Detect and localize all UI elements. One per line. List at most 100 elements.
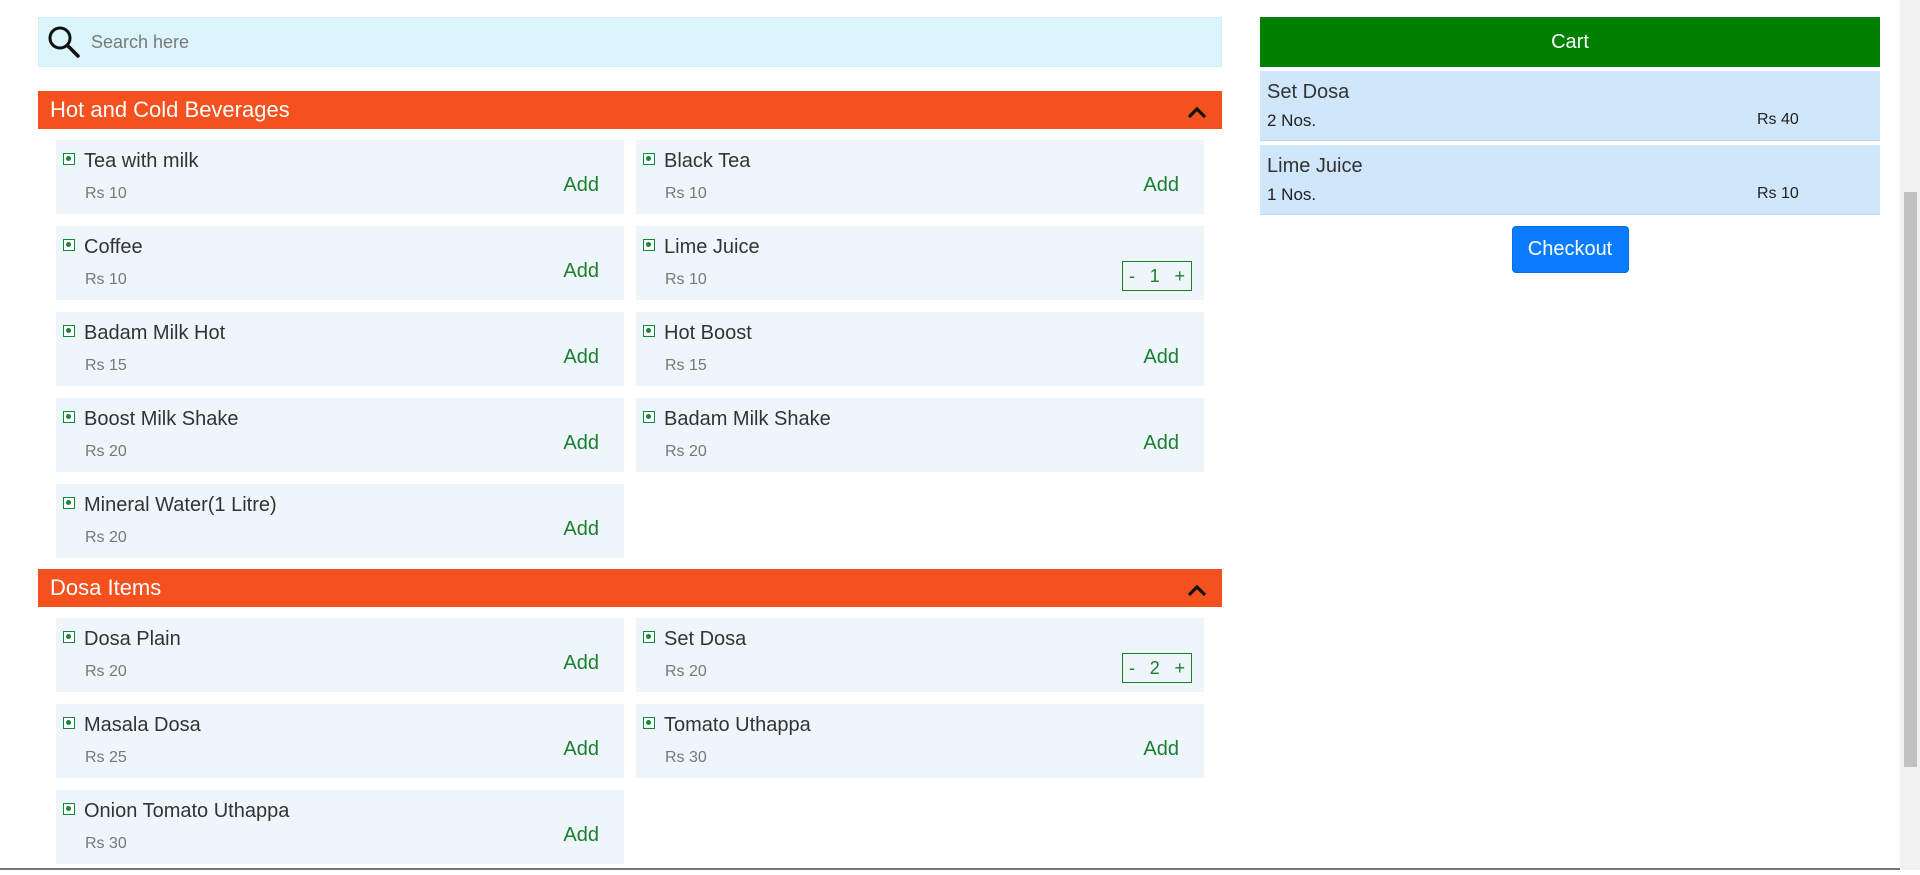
add-button[interactable]: Add bbox=[563, 174, 599, 197]
item-name: Set Dosa bbox=[664, 628, 747, 650]
cart-item-price: Rs 40 bbox=[1757, 111, 1799, 128]
item-name: Dosa Plain bbox=[84, 628, 181, 650]
chevron-up-icon[interactable] bbox=[1186, 104, 1208, 120]
item-name: Tea with milk bbox=[84, 150, 199, 172]
cart-item-qty: 2 Nos. bbox=[1267, 111, 1317, 130]
category-title: Dosa Items bbox=[50, 575, 162, 600]
add-button[interactable]: Add bbox=[1143, 174, 1179, 197]
menu-item: Mineral Water(1 Litre) Rs 20 Add bbox=[56, 484, 624, 558]
cart-item: Set Dosa 2 Nos. Rs 40 bbox=[1260, 71, 1880, 141]
item-name: Badam Milk Hot bbox=[84, 322, 226, 344]
add-button[interactable]: Add bbox=[563, 518, 599, 541]
veg-indicator-icon bbox=[63, 153, 75, 165]
add-button[interactable]: Add bbox=[563, 432, 599, 455]
vertical-scrollbar[interactable] bbox=[1900, 0, 1920, 870]
menu-item: Dosa Plain Rs 20 Add bbox=[56, 618, 624, 692]
item-price: Rs 20 bbox=[85, 663, 127, 680]
menu-item: Hot Boost Rs 15 Add bbox=[636, 312, 1204, 386]
veg-indicator-icon bbox=[63, 239, 75, 251]
quantity-stepper: - 1 + bbox=[1122, 261, 1192, 291]
add-button[interactable]: Add bbox=[563, 652, 599, 675]
item-price: Rs 25 bbox=[85, 749, 127, 766]
menu-item: Badam Milk Hot Rs 15 Add bbox=[56, 312, 624, 386]
checkout-button[interactable]: Checkout bbox=[1511, 226, 1629, 273]
category-title: Hot and Cold Beverages bbox=[50, 97, 290, 122]
item-name: Mineral Water(1 Litre) bbox=[84, 494, 277, 516]
item-name: Boost Milk Shake bbox=[84, 408, 239, 430]
add-button[interactable]: Add bbox=[1143, 432, 1179, 455]
cart-item-qty: 1 Nos. bbox=[1267, 185, 1317, 204]
add-button[interactable]: Add bbox=[563, 824, 599, 847]
category-items-grid: Tea with milk Rs 10 Add Black Tea Rs 10 … bbox=[38, 129, 1222, 569]
add-button[interactable]: Add bbox=[563, 346, 599, 369]
add-button[interactable]: Add bbox=[1143, 738, 1179, 761]
cart-item: Lime Juice 1 Nos. Rs 10 bbox=[1260, 145, 1880, 215]
item-price: Rs 15 bbox=[85, 357, 127, 374]
veg-indicator-icon bbox=[643, 717, 655, 729]
category-header-dosa[interactable]: Dosa Items bbox=[38, 569, 1222, 607]
menu-item: Tomato Uthappa Rs 30 Add bbox=[636, 704, 1204, 778]
cart-panel: Cart Set Dosa 2 Nos. Rs 40 Lime Juice 1 … bbox=[1260, 17, 1880, 273]
item-name: Hot Boost bbox=[664, 322, 752, 344]
item-name: Black Tea bbox=[664, 150, 751, 172]
veg-indicator-icon bbox=[643, 631, 655, 643]
veg-indicator-icon bbox=[63, 631, 75, 643]
category-header-beverages[interactable]: Hot and Cold Beverages bbox=[38, 91, 1222, 129]
item-price: Rs 10 bbox=[665, 271, 707, 288]
veg-indicator-icon bbox=[643, 411, 655, 423]
veg-indicator-icon bbox=[643, 325, 655, 337]
item-name: Masala Dosa bbox=[84, 714, 201, 736]
search-bar bbox=[38, 17, 1222, 67]
veg-indicator-icon bbox=[643, 239, 655, 251]
item-price: Rs 30 bbox=[85, 835, 127, 852]
item-name: Badam Milk Shake bbox=[664, 408, 831, 430]
item-price: Rs 20 bbox=[85, 443, 127, 460]
cart-header: Cart bbox=[1260, 17, 1880, 67]
veg-indicator-icon bbox=[63, 325, 75, 337]
item-price: Rs 20 bbox=[665, 443, 707, 460]
item-name: Tomato Uthappa bbox=[664, 714, 811, 736]
item-price: Rs 20 bbox=[665, 663, 707, 680]
veg-indicator-icon bbox=[63, 717, 75, 729]
cart-item-name: Lime Juice bbox=[1267, 155, 1363, 177]
category-items-grid: Dosa Plain Rs 20 Add Set Dosa Rs 20 - 2 … bbox=[38, 607, 1222, 875]
item-price: Rs 20 bbox=[85, 529, 127, 546]
search-input[interactable] bbox=[89, 30, 1193, 54]
veg-indicator-icon bbox=[643, 153, 655, 165]
search-icon[interactable] bbox=[47, 25, 81, 59]
item-name: Coffee bbox=[84, 236, 143, 258]
menu-panel: Hot and Cold Beverages Tea with milk Rs … bbox=[38, 17, 1222, 875]
increment-button[interactable]: + bbox=[1174, 266, 1185, 287]
menu-item: Boost Milk Shake Rs 20 Add bbox=[56, 398, 624, 472]
veg-indicator-icon bbox=[63, 497, 75, 509]
decrement-button[interactable]: - bbox=[1129, 658, 1135, 679]
veg-indicator-icon bbox=[63, 803, 75, 815]
decrement-button[interactable]: - bbox=[1129, 266, 1135, 287]
veg-indicator-icon bbox=[63, 411, 75, 423]
add-button[interactable]: Add bbox=[563, 738, 599, 761]
increment-button[interactable]: + bbox=[1174, 658, 1185, 679]
scrollbar-thumb[interactable] bbox=[1904, 192, 1917, 767]
quantity-value: 2 bbox=[1149, 657, 1160, 678]
item-price: Rs 30 bbox=[665, 749, 707, 766]
quantity-value: 1 bbox=[1149, 265, 1160, 286]
menu-item: Coffee Rs 10 Add bbox=[56, 226, 624, 300]
menu-item: Black Tea Rs 10 Add bbox=[636, 140, 1204, 214]
item-price: Rs 10 bbox=[85, 185, 127, 202]
add-button[interactable]: Add bbox=[1143, 346, 1179, 369]
item-price: Rs 15 bbox=[665, 357, 707, 374]
item-price: Rs 10 bbox=[665, 185, 707, 202]
menu-item: Badam Milk Shake Rs 20 Add bbox=[636, 398, 1204, 472]
menu-item: Lime Juice Rs 10 - 1 + bbox=[636, 226, 1204, 300]
cart-item-price: Rs 10 bbox=[1757, 185, 1799, 202]
chevron-up-icon[interactable] bbox=[1186, 582, 1208, 598]
menu-item: Masala Dosa Rs 25 Add bbox=[56, 704, 624, 778]
add-button[interactable]: Add bbox=[563, 260, 599, 283]
item-name: Onion Tomato Uthappa bbox=[84, 800, 290, 822]
item-name: Lime Juice bbox=[664, 236, 760, 258]
cart-item-name: Set Dosa bbox=[1267, 81, 1350, 103]
menu-item: Set Dosa Rs 20 - 2 + bbox=[636, 618, 1204, 692]
quantity-stepper: - 2 + bbox=[1122, 653, 1192, 683]
menu-item: Tea with milk Rs 10 Add bbox=[56, 140, 624, 214]
menu-item: Onion Tomato Uthappa Rs 30 Add bbox=[56, 790, 624, 864]
